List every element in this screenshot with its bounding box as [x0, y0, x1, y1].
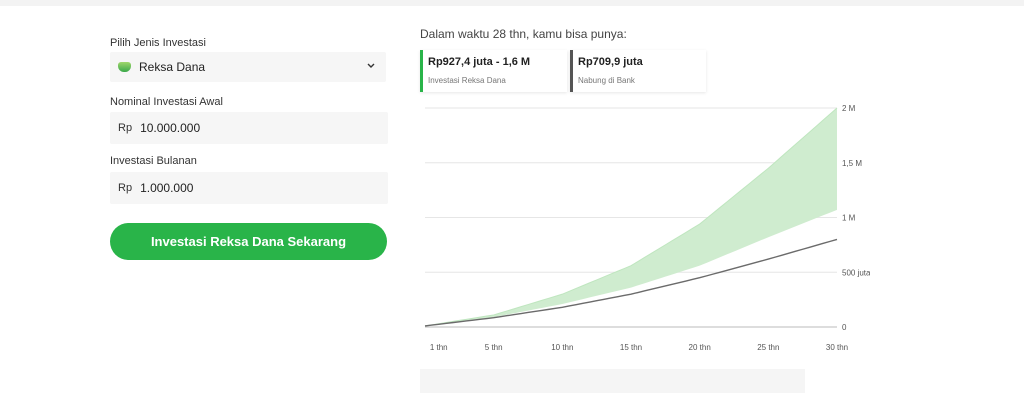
monthly-investment-value: 1.000.000	[140, 181, 194, 195]
result-card-mutual-fund: Rp927,4 juta - 1,6 M Investasi Reksa Dan…	[420, 50, 567, 92]
card-accent-bar	[420, 50, 423, 92]
y-tick-label: 1,5 M	[842, 159, 862, 168]
y-tick-label: 2 M	[842, 104, 856, 113]
x-tick-label: 1 thn	[430, 343, 448, 352]
growth-chart: 0 500 juta 1 M 1,5 M 2 M 1 thn 5 thn 10 thn 15 t…	[424, 104, 870, 352]
card-value: Rp709,9 juta	[578, 56, 643, 68]
y-tick-label: 500 juta	[842, 268, 870, 277]
mutual-fund-icon	[118, 62, 131, 72]
placeholder-strip	[420, 369, 805, 393]
card-value: Rp927,4 juta - 1,6 M	[428, 56, 531, 68]
y-tick-label: 1 M	[842, 214, 856, 223]
x-tick-label: 20 thn	[689, 343, 711, 352]
investment-type-value: Reksa Dana	[139, 60, 206, 74]
investment-type-label: Pilih Jenis Investasi	[110, 37, 206, 49]
card-label: Nabung di Bank	[578, 76, 635, 85]
x-tick-label: 15 thn	[620, 343, 642, 352]
top-divider	[0, 0, 1024, 6]
initial-investment-value: 10.000.000	[140, 121, 201, 135]
currency-prefix: Rp	[118, 122, 133, 134]
monthly-investment-label: Investasi Bulanan	[110, 155, 197, 167]
monthly-investment-input[interactable]: Rp 1.000.000	[110, 172, 388, 204]
x-tick-label: 10 thn	[551, 343, 573, 352]
x-tick-label: 30 thn	[826, 343, 848, 352]
result-headline: Dalam waktu 28 thn, kamu bisa punya:	[420, 27, 627, 41]
currency-prefix: Rp	[118, 182, 133, 194]
card-label: Investasi Reksa Dana	[428, 76, 506, 85]
card-accent-bar	[570, 50, 573, 92]
x-tick-label: 5 thn	[485, 343, 503, 352]
initial-investment-input[interactable]: Rp 10.000.000	[110, 112, 388, 144]
investment-type-select[interactable]: Reksa Dana	[110, 52, 386, 82]
invest-now-button[interactable]: Investasi Reksa Dana Sekarang	[110, 223, 387, 260]
x-tick-label: 25 thn	[757, 343, 779, 352]
y-tick-label: 0	[842, 323, 847, 332]
chevron-down-icon	[367, 63, 375, 68]
mutual-fund-range-band	[425, 108, 837, 326]
result-card-bank: Rp709,9 juta Nabung di Bank	[570, 50, 706, 92]
initial-investment-label: Nominal Investasi Awal	[110, 96, 223, 108]
